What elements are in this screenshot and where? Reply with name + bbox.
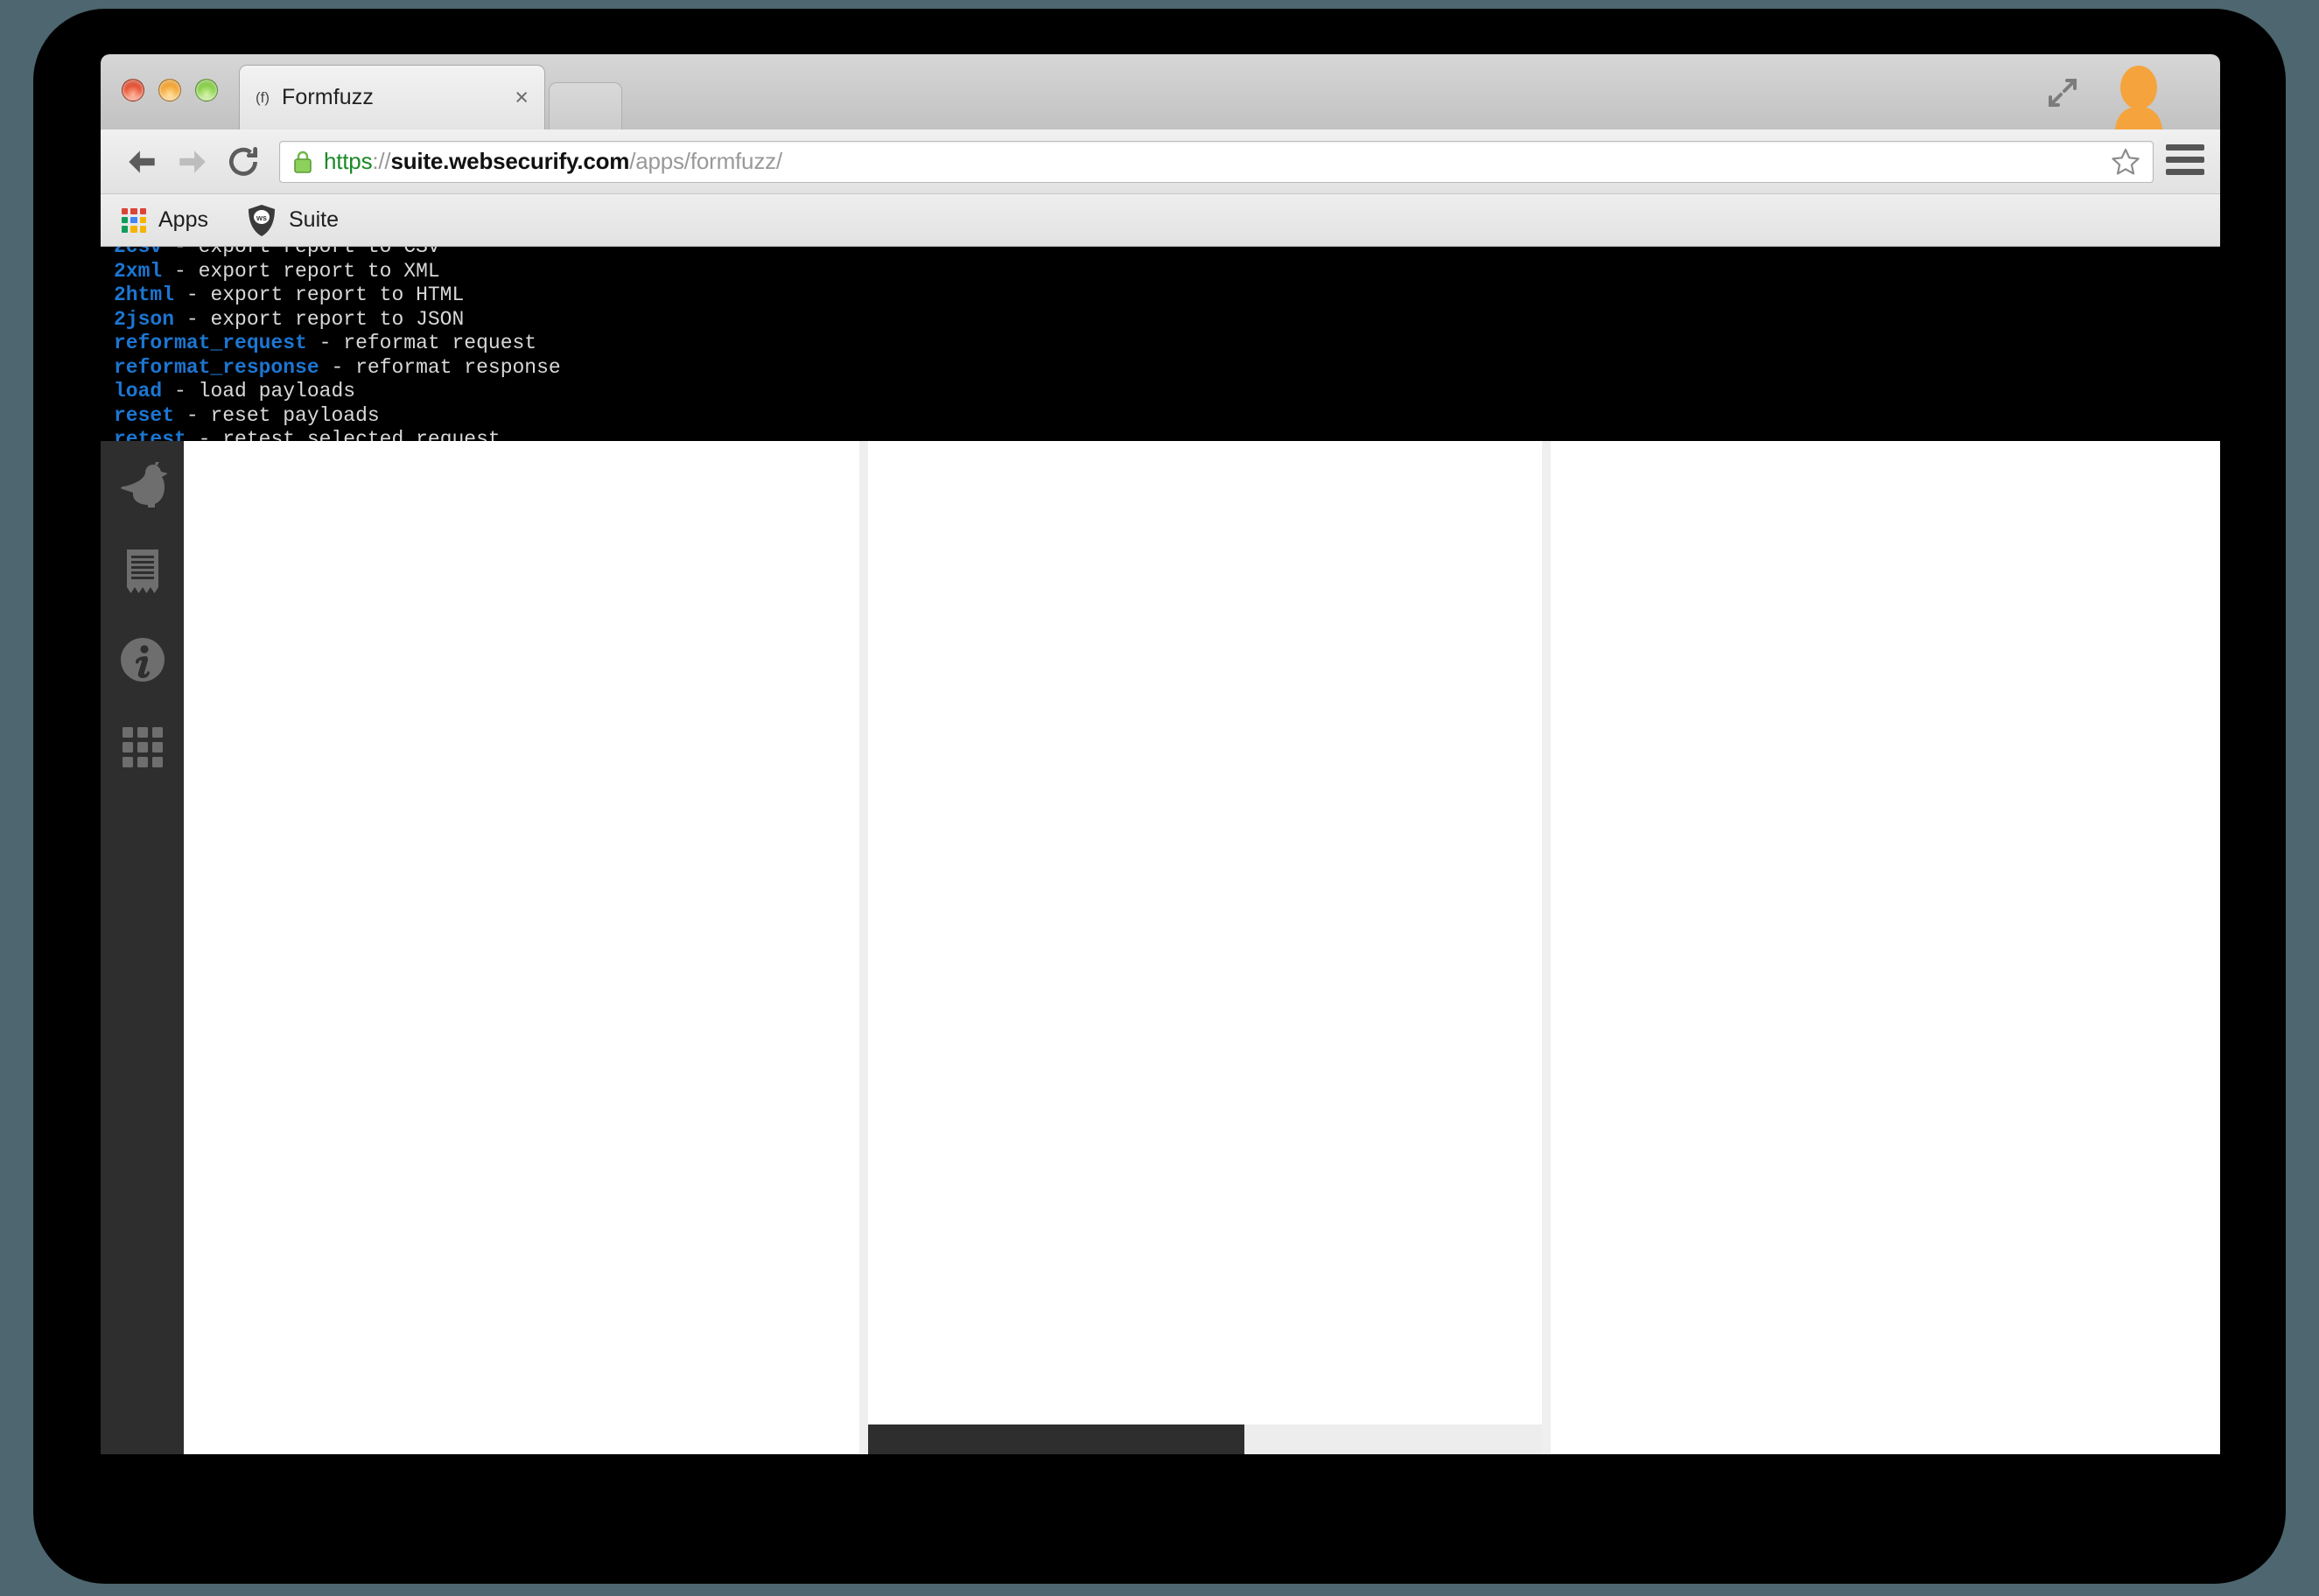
- back-button[interactable]: [116, 136, 167, 187]
- app-sidebar: [101, 441, 184, 1454]
- console-desc: export report to HTML: [210, 284, 465, 306]
- console-line: 2html - export report to HTML: [114, 284, 2220, 308]
- bookmark-apps-label: Apps: [158, 207, 208, 232]
- url-separator: ://: [372, 148, 391, 174]
- bookmark-star-icon[interactable]: [2111, 147, 2140, 177]
- console-desc: retest selected request: [222, 428, 501, 441]
- console-command: reset: [114, 403, 175, 427]
- console-sep: -: [174, 403, 211, 427]
- sidebar-item-info[interactable]: [101, 616, 184, 704]
- user-avatar-icon[interactable]: [2112, 65, 2166, 130]
- apps-grid-icon: [122, 207, 146, 233]
- formfuzz-app: [101, 441, 2220, 1454]
- browser-tab-formfuzz[interactable]: (f) Formfuzz ×: [239, 65, 545, 130]
- url-address-bar[interactable]: https://suite.websecurify.com/apps/formf…: [279, 140, 2154, 183]
- horizontal-scrollbar-thumb[interactable]: [868, 1424, 1244, 1454]
- menu-bar-1: [2166, 144, 2204, 150]
- console-sep: -: [174, 284, 211, 306]
- console-command: reformat_request: [114, 332, 307, 354]
- console-command: 2xml: [114, 259, 163, 283]
- console-sep: -: [186, 428, 223, 441]
- console-command: 2csv: [114, 247, 163, 258]
- console-line: retest - retest selected request: [114, 428, 2220, 441]
- forward-button: [167, 136, 218, 187]
- svg-text:ws: ws: [256, 214, 267, 222]
- new-tab-button[interactable]: [549, 82, 622, 130]
- report-receipt-icon: [123, 550, 162, 595]
- menu-bar-2: [2166, 156, 2204, 163]
- minimize-window-button[interactable]: [158, 79, 181, 102]
- console-sep: -: [162, 247, 199, 258]
- close-tab-icon[interactable]: ×: [509, 86, 529, 109]
- console-sep: -: [162, 259, 199, 283]
- console-sep: -: [306, 332, 344, 354]
- zoom-window-button[interactable]: [195, 79, 218, 102]
- request-pane[interactable]: [868, 441, 1542, 1454]
- browser-navigation-bar: https://suite.websecurify.com/apps/formf…: [101, 130, 2220, 194]
- console-command: 2json: [114, 307, 175, 331]
- console-desc: load payloads: [198, 380, 356, 402]
- sidebar-item-pigeon[interactable]: [101, 441, 184, 528]
- console-sep: -: [162, 380, 199, 402]
- requests-pane[interactable]: [184, 441, 859, 1454]
- response-pane[interactable]: [1551, 441, 2220, 1454]
- console-desc: export report to CSV: [198, 247, 440, 258]
- console-command: retest: [114, 428, 186, 441]
- grid-apps-icon: [122, 727, 163, 767]
- console-desc: reformat request: [343, 332, 537, 354]
- window-traffic-lights: [122, 79, 218, 102]
- horizontal-scrollbar-track[interactable]: [868, 1424, 1542, 1454]
- console-line: reformat_response - reformat response: [114, 356, 2220, 381]
- tab-title: Formfuzz: [282, 85, 374, 109]
- sidebar-item-apps[interactable]: [101, 704, 184, 791]
- page-viewport: 2csv - export report to CSV 2xml - expor…: [101, 247, 2220, 1454]
- websecurify-shield-icon: ws: [247, 204, 277, 237]
- tab-favicon: (f): [256, 88, 270, 106]
- fullscreen-icon[interactable]: [2045, 75, 2080, 110]
- console-desc: export report to XML: [198, 259, 440, 283]
- url-path: /apps/formfuzz/: [629, 148, 782, 174]
- browser-tabstrip: (f) Formfuzz ×: [101, 54, 2220, 130]
- console-desc: reset payloads: [210, 403, 380, 427]
- pane-divider-2[interactable]: [1542, 441, 1551, 1454]
- reload-button[interactable]: [218, 136, 269, 187]
- bookmark-suite-label: Suite: [288, 207, 339, 232]
- console-line: 2json - export report to JSON: [114, 308, 2220, 332]
- console-line: reset - reset payloads: [114, 404, 2220, 429]
- bookmark-apps[interactable]: Apps: [122, 207, 208, 233]
- pigeon-bird-icon: [118, 462, 167, 508]
- console-command: 2html: [114, 284, 175, 306]
- console-line: 2csv - export report to CSV: [114, 247, 2220, 260]
- console-sep: -: [174, 307, 211, 331]
- app-panes: [184, 441, 2220, 1454]
- sidebar-item-report[interactable]: [101, 528, 184, 616]
- console-line: reformat_request - reformat request: [114, 332, 2220, 356]
- url-text: https://suite.websecurify.com/apps/formf…: [324, 148, 782, 175]
- console-command: reformat_response: [114, 355, 319, 379]
- menu-bar-3: [2166, 168, 2204, 175]
- console-command: load: [114, 380, 163, 402]
- console-line: load - load payloads: [114, 380, 2220, 404]
- close-window-button[interactable]: [122, 79, 144, 102]
- url-host: suite.websecurify.com: [390, 148, 630, 174]
- browser-window: (f) Formfuzz × https://suite.websecurify…: [101, 54, 2220, 1454]
- bookmarks-bar: Apps ws Suite: [101, 194, 2220, 247]
- console-desc: reformat response: [355, 355, 561, 379]
- console-sep: -: [319, 355, 356, 379]
- lock-secure-icon: [292, 150, 313, 174]
- pane-divider-1[interactable]: [859, 441, 868, 1454]
- info-circle-icon: [120, 637, 165, 682]
- bookmark-suite[interactable]: ws Suite: [247, 204, 339, 237]
- formfuzz-console-output[interactable]: 2csv - export report to CSV 2xml - expor…: [101, 247, 2220, 441]
- hamburger-menu-icon[interactable]: [2166, 144, 2204, 179]
- console-desc: export report to JSON: [210, 307, 465, 331]
- console-line: 2xml - export report to XML: [114, 260, 2220, 284]
- url-scheme: https: [324, 148, 373, 174]
